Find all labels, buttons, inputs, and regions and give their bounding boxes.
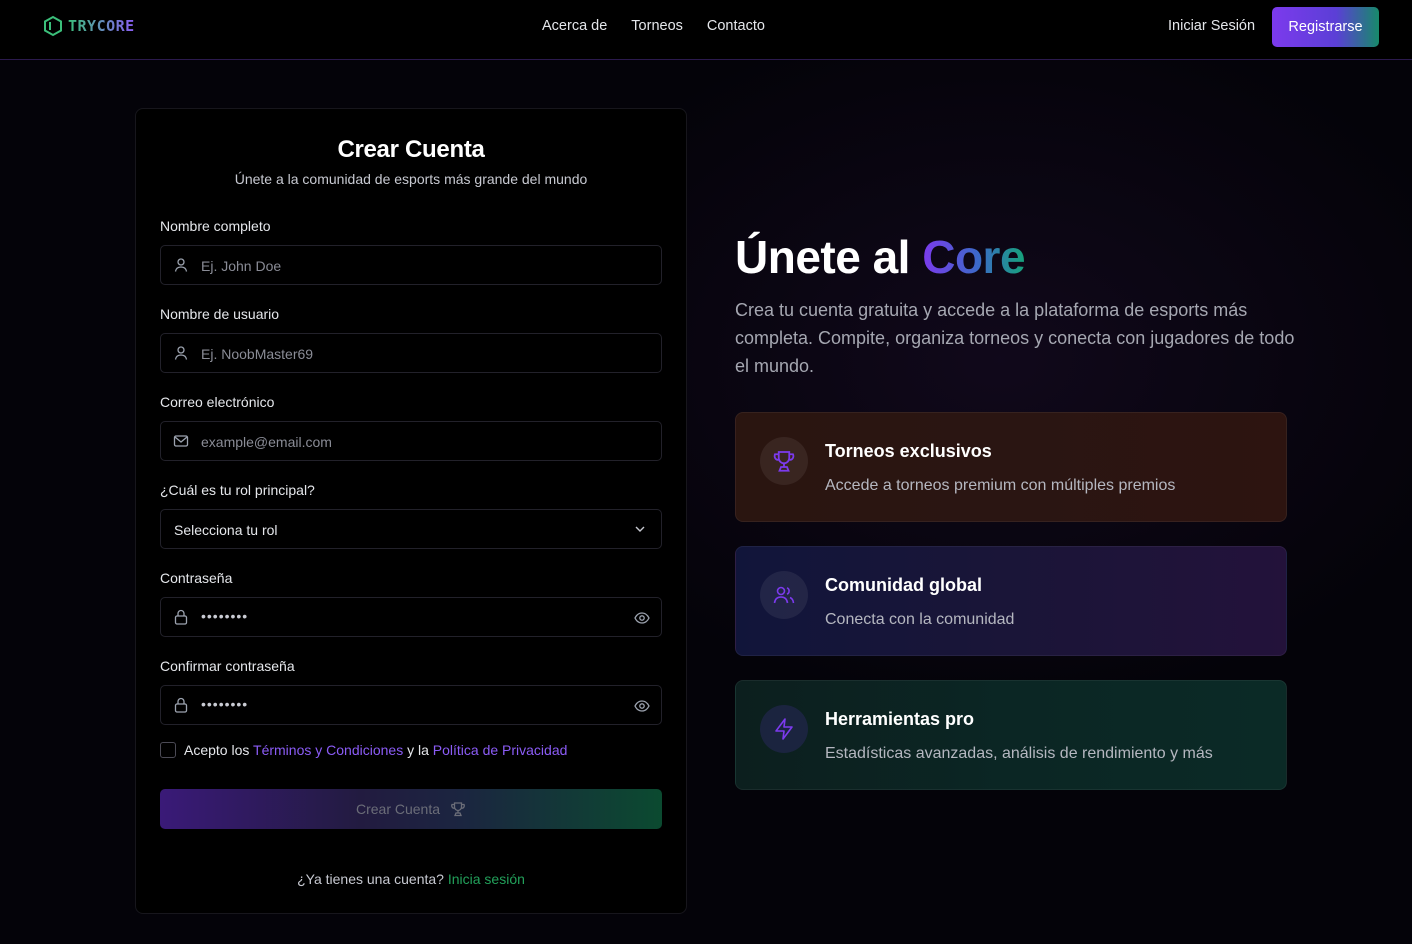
create-account-button[interactable]: Crear Cuenta — [160, 789, 662, 829]
full-name-label: Nombre completo — [160, 218, 271, 234]
lightning-icon — [775, 718, 793, 740]
trophy-icon — [451, 802, 465, 817]
password-input[interactable]: •••••••• — [160, 597, 662, 637]
role-selected-value: Selecciona tu rol — [174, 522, 278, 538]
eye-icon[interactable] — [634, 610, 650, 626]
privacy-link[interactable]: Política de Privacidad — [433, 742, 568, 758]
terms-prefix: Acepto los — [184, 742, 250, 758]
feature-title: Torneos exclusivos — [825, 441, 992, 461]
create-account-label: Crear Cuenta — [355, 801, 441, 817]
have-account-text: ¿Ya tienes una cuenta? — [297, 871, 444, 887]
user-icon — [174, 258, 188, 272]
hero-title: Únete al Core — [735, 230, 1026, 284]
feature-icon-circle — [760, 571, 808, 619]
role-select[interactable]: Selecciona tu rol — [160, 509, 662, 549]
password-label: Contraseña — [160, 570, 233, 586]
role-label: ¿Cuál es tu rol principal? — [160, 482, 315, 498]
confirm-password-input[interactable]: •••••••• — [160, 685, 662, 725]
feature-description: Accede a torneos premium con múltiples p… — [825, 477, 1176, 494]
email-input[interactable]: example@email.com — [160, 421, 662, 461]
username-input[interactable]: Ej. NoobMaster69 — [160, 333, 662, 373]
top-navbar: TRYCORE Acerca de Torneos Contacto Inici… — [0, 0, 1412, 60]
register-button[interactable]: Registrarse — [1272, 7, 1379, 47]
nav-link-contact[interactable]: Contacto — [707, 18, 765, 34]
confirm-password-value: •••••••• — [201, 696, 249, 712]
users-icon — [773, 586, 795, 604]
user-icon — [174, 346, 188, 360]
feature-description: Conecta con la comunidad — [825, 611, 1015, 628]
eye-icon[interactable] — [634, 698, 650, 714]
logo-text: TRYCORE — [68, 17, 135, 35]
full-name-input[interactable]: Ej. John Doe — [160, 245, 662, 285]
lock-icon — [174, 609, 188, 625]
feature-card-tools: Herramientas pro Estadísticas avanzadas,… — [735, 680, 1287, 790]
nav-link-tournaments[interactable]: Torneos — [631, 18, 683, 34]
hero-title-accent: Core — [922, 231, 1026, 283]
terms-row: Acepto los Términos y Condiciones y la P… — [160, 742, 567, 758]
nav-link-about[interactable]: Acerca de — [542, 18, 607, 34]
hero-title-prefix: Únete al — [735, 231, 910, 283]
feature-icon-circle — [760, 437, 808, 485]
nav-login-link[interactable]: Iniciar Sesión — [1168, 18, 1255, 34]
login-link[interactable]: Inicia sesión — [448, 871, 525, 887]
form-title: Crear Cuenta — [337, 136, 485, 163]
nav-links: Acerca de Torneos Contacto — [542, 18, 765, 34]
terms-link[interactable]: Términos y Condiciones — [253, 742, 403, 758]
hero-description: Crea tu cuenta gratuita y accede a la pl… — [735, 300, 1295, 376]
terms-checkbox[interactable] — [160, 742, 176, 758]
logo-icon — [44, 15, 62, 37]
form-subtitle: Únete a la comunidad de esports más gran… — [234, 171, 588, 187]
confirm-password-label: Confirmar contraseña — [160, 658, 295, 674]
feature-card-community: Comunidad global Conecta con la comunida… — [735, 546, 1287, 656]
username-placeholder: Ej. NoobMaster69 — [201, 346, 314, 362]
username-label: Nombre de usuario — [160, 306, 280, 322]
feature-card-tournaments: Torneos exclusivos Accede a torneos prem… — [735, 412, 1287, 522]
feature-title: Comunidad global — [825, 575, 982, 595]
terms-text: Acepto los Términos y Condiciones y la P… — [184, 742, 567, 758]
email-label: Correo electrónico — [160, 394, 275, 410]
logo[interactable]: TRYCORE — [42, 15, 135, 37]
full-name-placeholder: Ej. John Doe — [201, 258, 282, 274]
trophy-icon — [773, 451, 795, 472]
feature-icon-circle — [760, 705, 808, 753]
have-account-row: ¿Ya tienes una cuenta? Inicia sesión — [135, 871, 687, 887]
terms-middle: y la — [407, 742, 429, 758]
chevron-down-icon — [635, 526, 645, 532]
password-value: •••••••• — [201, 608, 249, 624]
feature-title: Herramientas pro — [825, 709, 975, 729]
feature-description: Estadísticas avanzadas, análisis de rend… — [825, 745, 1213, 762]
lock-icon — [174, 697, 188, 713]
email-placeholder: example@email.com — [201, 434, 332, 450]
mail-icon — [173, 435, 189, 447]
